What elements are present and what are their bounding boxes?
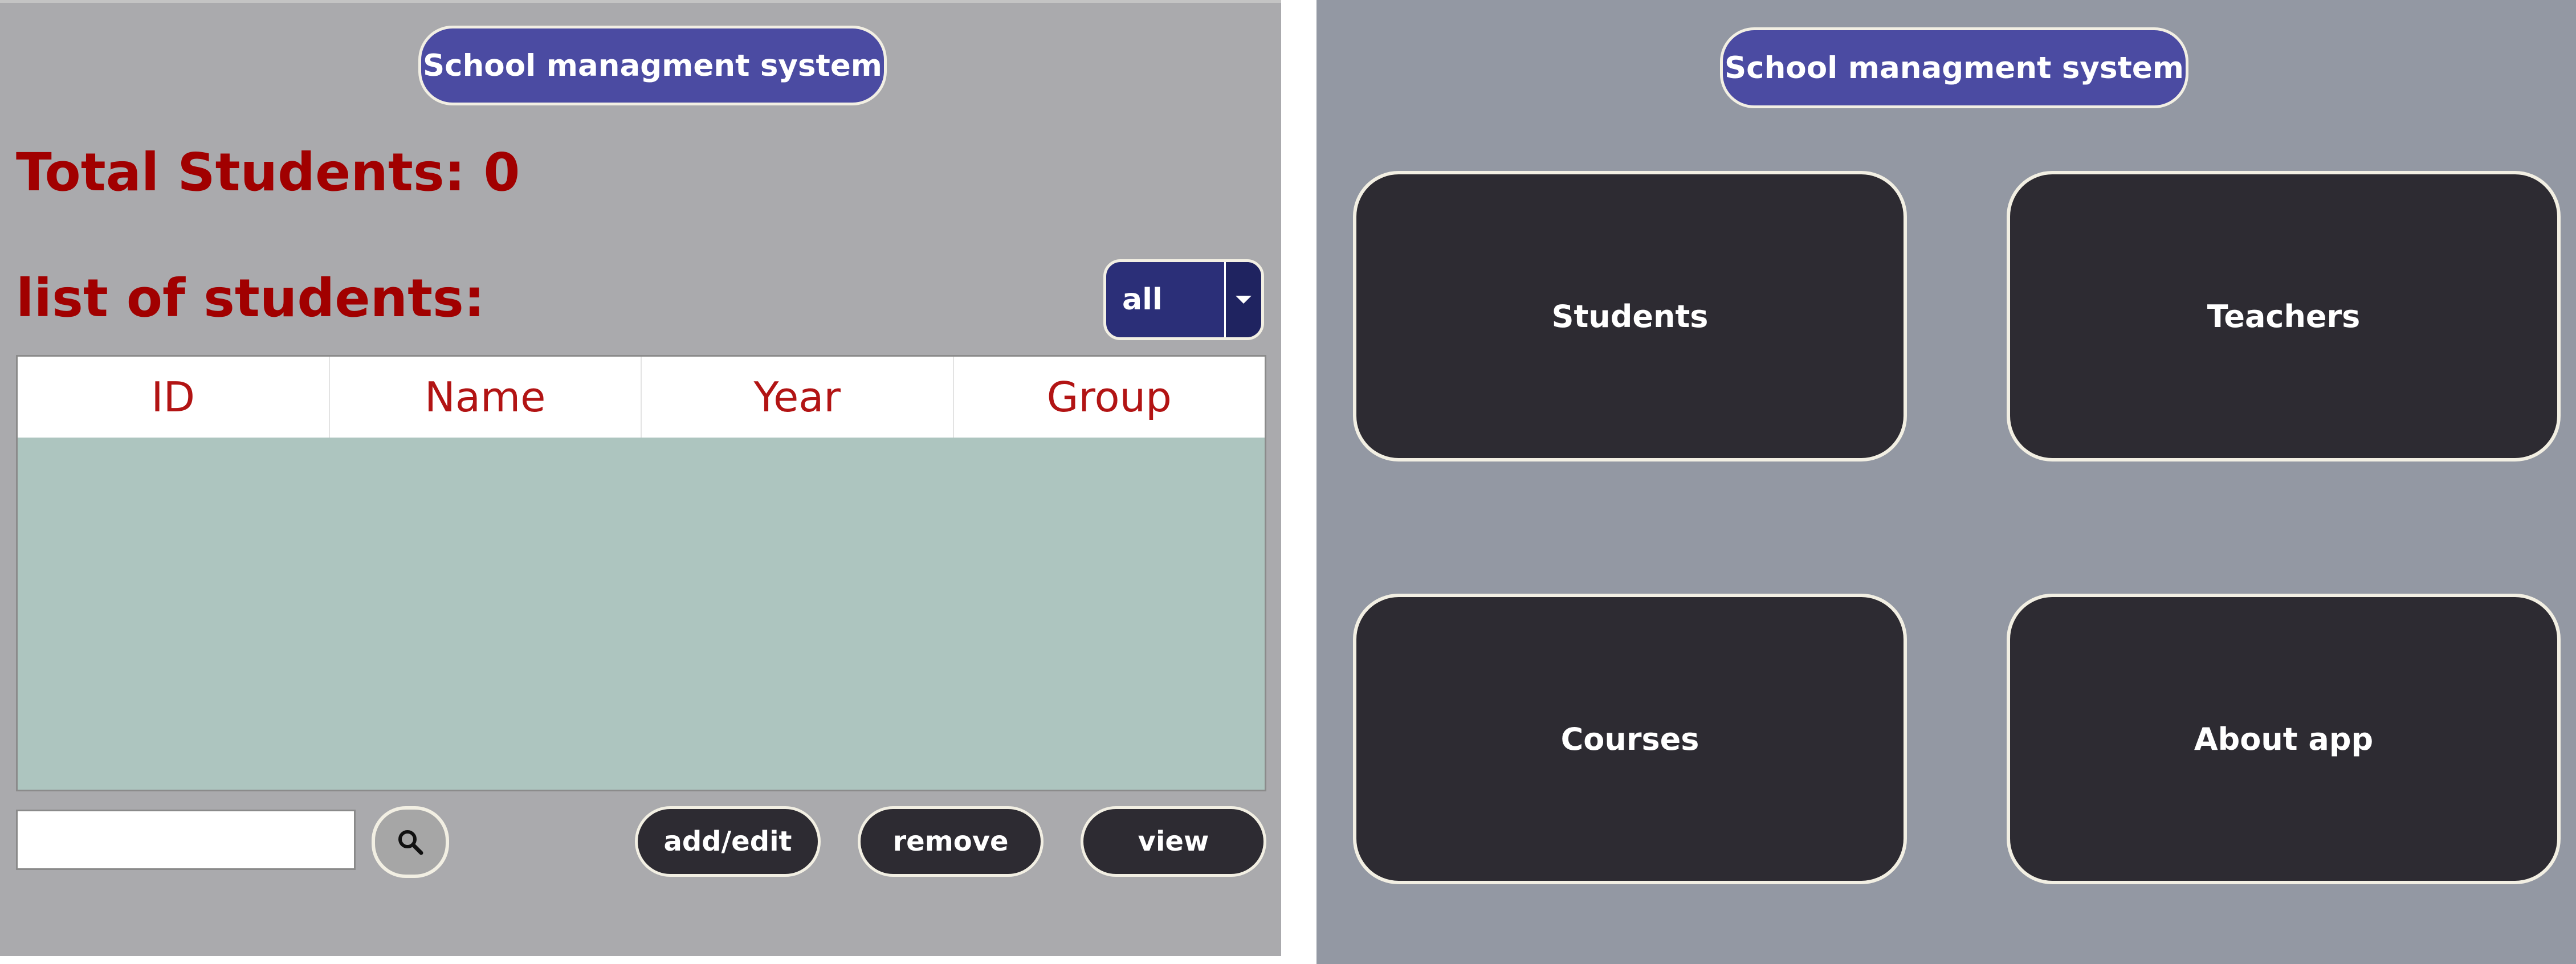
about-app-tile-button[interactable]: About app (2007, 594, 2561, 884)
filter-selected-value: all (1122, 283, 1163, 317)
chevron-down-icon[interactable] (1224, 262, 1261, 337)
search-input[interactable] (16, 810, 356, 870)
search-icon (398, 830, 423, 855)
courses-tile-button[interactable]: Courses (1353, 594, 1907, 884)
students-window: School managment system Total Students: … (0, 0, 1281, 956)
students-table: ID Name Year Group (16, 355, 1266, 791)
teachers-tile-button[interactable]: Teachers (2007, 171, 2561, 461)
total-students-label: Total Students: 0 (16, 142, 520, 203)
students-tile-button[interactable]: Students (1353, 171, 1907, 461)
column-header-id[interactable]: ID (18, 357, 330, 438)
column-header-name[interactable]: Name (330, 357, 642, 438)
filter-dropdown[interactable]: all (1103, 259, 1264, 340)
view-button[interactable]: view (1081, 806, 1266, 877)
column-header-group[interactable]: Group (954, 357, 1265, 438)
app-title-badge: School managment system (418, 26, 887, 105)
remove-button[interactable]: remove (858, 806, 1044, 877)
column-header-year[interactable]: Year (642, 357, 954, 438)
app-title-badge: School managment system (1720, 27, 2188, 108)
add-edit-button[interactable]: add/edit (635, 806, 821, 877)
search-button[interactable] (372, 806, 449, 878)
table-header-row: ID Name Year Group (18, 357, 1265, 438)
list-of-students-heading: list of students: (16, 268, 485, 329)
main-menu-window: School managment system Students Teacher… (1316, 0, 2576, 964)
